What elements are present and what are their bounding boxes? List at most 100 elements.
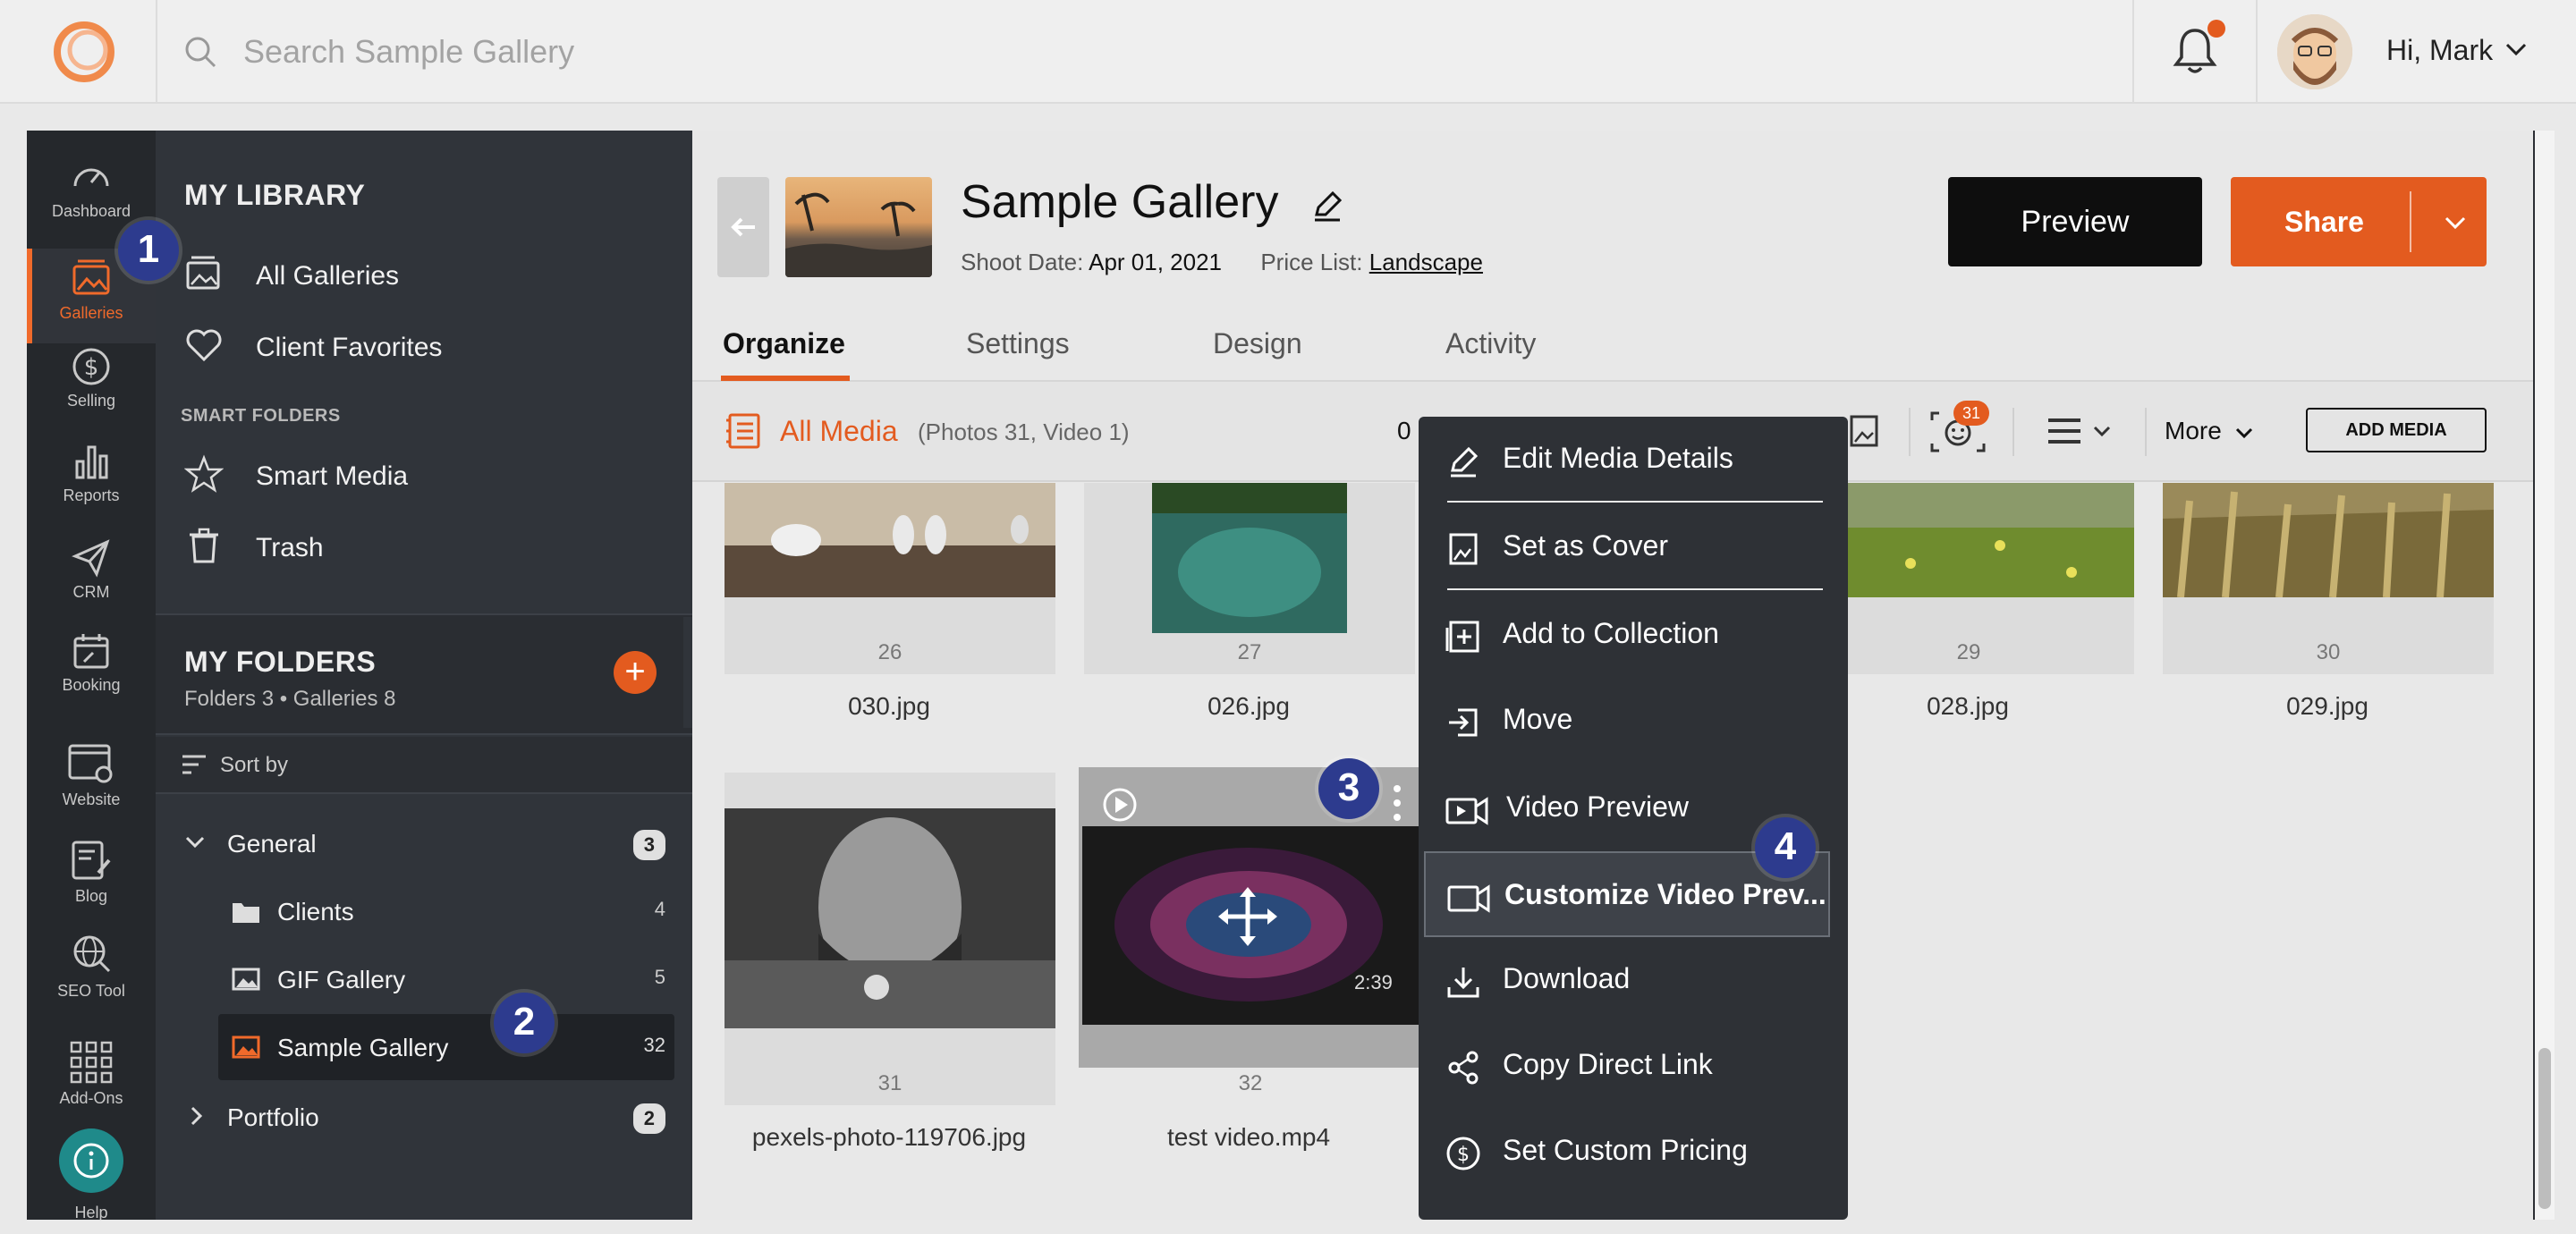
menu-item-label: Move [1503, 703, 1573, 735]
calendar-icon [73, 634, 109, 669]
chevron-down-icon[interactable] [2444, 215, 2467, 231]
folder-icon [233, 903, 259, 923]
menu-item-label: Download [1503, 962, 1631, 994]
library-item-client-favorites[interactable]: Client Favorites [182, 315, 665, 377]
media-card[interactable]: 29 [1803, 483, 2134, 674]
library-item-trash[interactable]: Trash [182, 515, 665, 578]
photo-thumbnail [1803, 483, 2134, 597]
preview-button[interactable]: Preview [1948, 177, 2202, 266]
media-filename: 026.jpg [1208, 692, 1290, 720]
media-number: 26 [877, 640, 902, 664]
more-vertical-icon[interactable] [1388, 782, 1406, 826]
media-card[interactable]: 27 [1084, 483, 1415, 674]
tab-settings[interactable]: Settings [966, 327, 1070, 360]
media-card-video[interactable]: 2:39 [1079, 767, 1422, 1068]
rail-item-help[interactable]: Help [27, 1204, 156, 1220]
folders-subtitle: Folders 3 • Galleries 8 [184, 687, 396, 711]
price-list-link[interactable]: Landscape [1369, 249, 1483, 275]
tab-organize[interactable]: Organize [723, 327, 845, 360]
chevron-right-icon [191, 1106, 203, 1126]
step-marker-2: 2 [494, 993, 555, 1053]
svg-text:$: $ [1457, 1144, 1470, 1166]
sort-by-control[interactable]: Sort by [156, 737, 692, 794]
chevron-down-icon[interactable] [2504, 41, 2528, 57]
media-card[interactable]: 31 [724, 773, 1055, 1105]
folder-clients[interactable]: Clients 4 [231, 882, 665, 944]
media-filename: pexels-photo-119706.jpg [751, 1123, 1027, 1151]
media-filename: 030.jpg [848, 692, 930, 720]
scrollbar-thumb[interactable] [2538, 1048, 2551, 1209]
gallery-label: GIF Gallery [277, 966, 406, 993]
menu-item-move[interactable]: Move [1419, 678, 1848, 764]
media-filename: test video.mp4 [1166, 1123, 1331, 1151]
folder-label: General [227, 830, 317, 858]
menu-divider [1447, 501, 1823, 503]
media-card[interactable]: 26 [724, 483, 1055, 674]
globe-icon [73, 935, 111, 973]
rail-item-booking[interactable]: Booking [27, 630, 156, 719]
add-folder-button[interactable]: + [614, 651, 657, 694]
list-view-icon[interactable] [2045, 413, 2116, 449]
rail-item-blog[interactable]: Blog [27, 837, 156, 926]
avatar[interactable] [2277, 14, 2352, 89]
folder-label: Portfolio [227, 1103, 319, 1131]
shoot-date: Apr 01, 2021 [1089, 249, 1222, 275]
more-menu-button[interactable]: More [2165, 417, 2254, 445]
folders-title: MY FOLDERS [184, 646, 377, 678]
all-media-label[interactable]: All Media [780, 415, 898, 448]
rail-item-crm[interactable]: CRM [27, 537, 156, 626]
add-collection-icon [1445, 621, 1479, 653]
search-input[interactable] [243, 27, 1048, 77]
rail-item-website[interactable]: Website [27, 740, 156, 830]
media-card[interactable]: 30 [2163, 483, 2494, 674]
back-button[interactable] [717, 177, 769, 277]
library-item-all-galleries[interactable]: All Galleries [182, 243, 665, 306]
pencil-icon[interactable] [1309, 188, 1345, 224]
more-label: More [2165, 417, 2222, 444]
menu-item-add-to-collection[interactable]: Add to Collection [1419, 592, 1848, 678]
menu-item-download[interactable]: Download [1419, 937, 1848, 1023]
paper-plane-icon [72, 539, 110, 578]
menu-item-edit-media-details[interactable]: Edit Media Details [1419, 417, 1848, 503]
step-marker-1: 1 [118, 220, 179, 281]
gallery-count: 32 [643, 1034, 665, 1056]
rail-item-add-ons[interactable]: Add-Ons [27, 1039, 156, 1128]
add-media-button[interactable]: ADD MEDIA [2306, 408, 2487, 452]
library-item-smart-media[interactable]: Smart Media [182, 444, 665, 506]
folder-portfolio[interactable]: Portfolio 2 [182, 1087, 665, 1150]
menu-item-label: Video Preview [1506, 790, 1689, 823]
image-icon [232, 968, 260, 991]
folder-count-badge: 2 [632, 1103, 665, 1134]
photo-thumbnail [2163, 483, 2494, 597]
smart-folders-label: SMART FOLDERS [181, 406, 341, 426]
image-icon[interactable] [1846, 413, 1882, 449]
gallery-gif-gallery[interactable]: GIF Gallery 5 [231, 950, 665, 1012]
gallery-sample-gallery[interactable]: Sample Gallery 32 [218, 1014, 674, 1080]
divider [2132, 0, 2134, 104]
help-button[interactable] [59, 1128, 123, 1193]
rail-item-reports[interactable]: Reports [27, 440, 156, 529]
menu-divider [1447, 588, 1823, 590]
menu-item-copy-direct-link[interactable]: Copy Direct Link [1419, 1023, 1848, 1109]
share-link-icon [1448, 1051, 1479, 1085]
menu-item-set-as-cover[interactable]: Set as Cover [1419, 504, 1848, 590]
tab-design[interactable]: Design [1213, 327, 1302, 360]
divider [156, 0, 157, 104]
tab-activity[interactable]: Activity [1445, 327, 1536, 360]
menu-item-label: Set Custom Pricing [1503, 1134, 1748, 1166]
folder-general[interactable]: General 3 [182, 814, 665, 876]
rail-item-seo-tool[interactable]: SEO Tool [27, 932, 156, 1021]
move-drag-icon[interactable] [1216, 885, 1279, 948]
sort-by-label: Sort by [220, 753, 289, 777]
menu-item-set-custom-pricing[interactable]: $ Set Custom Pricing [1419, 1109, 1848, 1195]
library-item-label: All Galleries [256, 261, 400, 291]
media-number: 30 [2316, 640, 2341, 664]
app-logo[interactable] [52, 20, 116, 84]
folder-label: Clients [277, 898, 354, 926]
folder-count: 4 [654, 898, 665, 920]
share-button[interactable]: Share [2231, 177, 2487, 266]
rail-item-selling[interactable]: $ Selling [27, 345, 156, 435]
video-camera-icon [1447, 884, 1490, 913]
user-greeting[interactable]: Hi, Mark [2386, 34, 2493, 67]
blog-icon [72, 841, 111, 880]
